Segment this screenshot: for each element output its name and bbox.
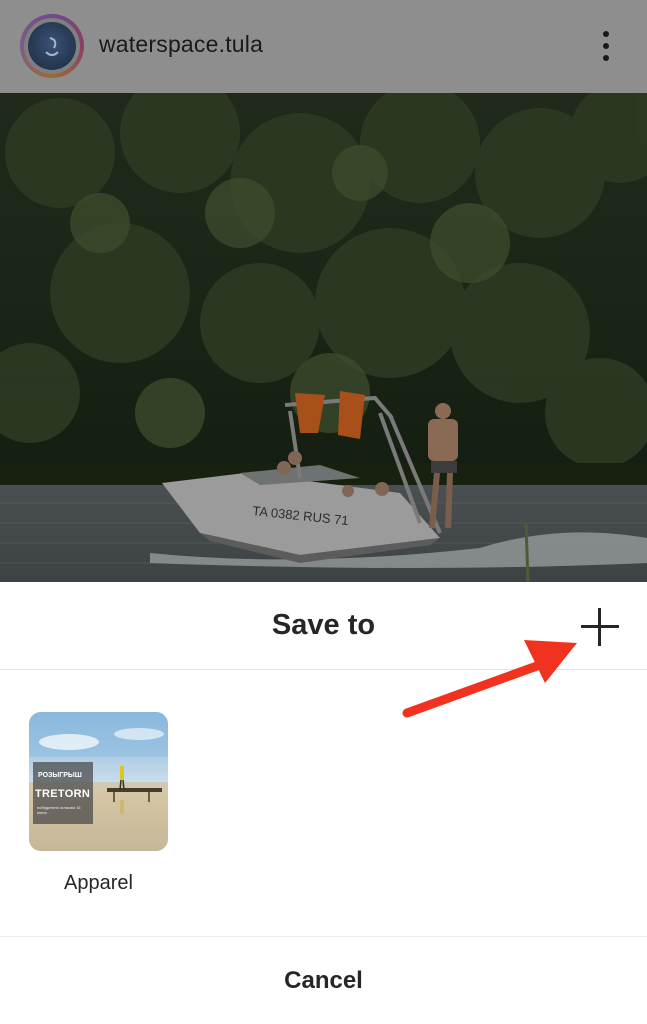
avatar-logo bbox=[28, 22, 76, 70]
profile-avatar[interactable] bbox=[20, 14, 84, 78]
collection-name: Apparel bbox=[64, 872, 133, 894]
promo-line-3: победителя огласим 15 июня bbox=[37, 805, 81, 815]
new-collection-button[interactable] bbox=[578, 605, 622, 649]
collection-thumbnail: РОЗЫГРЫШ TRETORN победителя огласим 15 и… bbox=[29, 712, 168, 851]
post-image: TA 0382 RUS 71 bbox=[0, 93, 647, 582]
more-vertical-icon[interactable] bbox=[596, 29, 616, 63]
cancel-button[interactable]: Cancel bbox=[0, 967, 647, 995]
promo-line-1: РОЗЫГРЫШ bbox=[38, 772, 82, 779]
divider bbox=[0, 669, 647, 670]
promo-line-2: TRETORN bbox=[35, 788, 91, 800]
post-header: waterspace.tula bbox=[0, 0, 647, 93]
username[interactable]: waterspace.tula bbox=[99, 31, 263, 58]
collection-item-apparel[interactable]: РОЗЫГРЫШ TRETORN победителя огласим 15 и… bbox=[29, 712, 169, 895]
save-to-sheet: Save to РОЗЫГРЫШ TRETORN победителя огла… bbox=[0, 582, 647, 1024]
divider bbox=[0, 936, 647, 937]
avatar-image bbox=[24, 18, 80, 74]
sheet-title: Save to bbox=[271, 609, 376, 641]
